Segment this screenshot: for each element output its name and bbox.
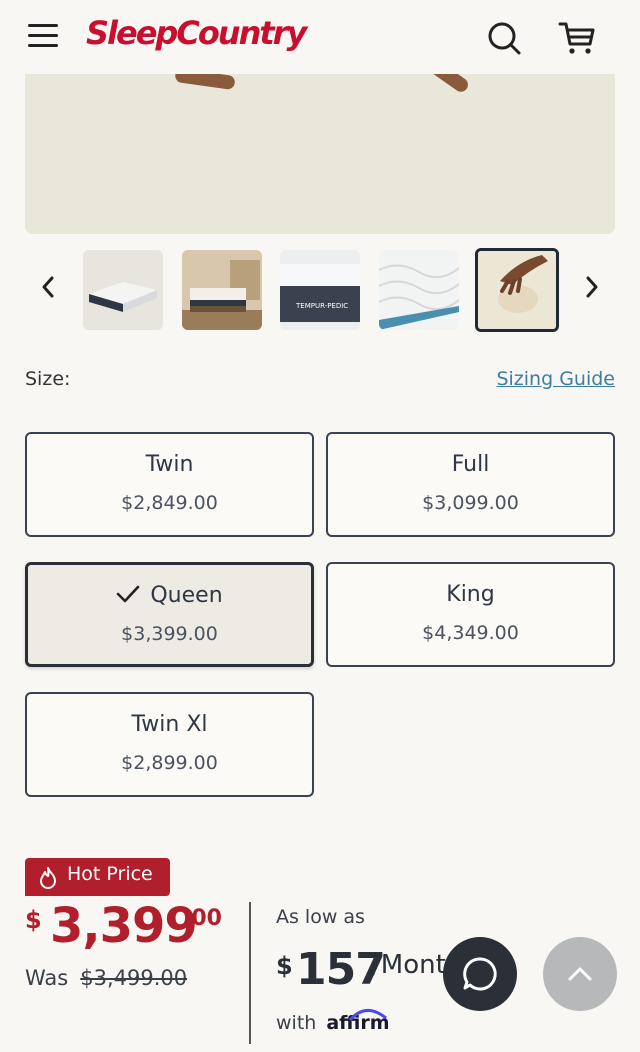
size-option-price: $4,349.00 [422,622,519,644]
size-option-king[interactable]: King $4,349.00 [326,562,615,667]
size-option-price: $2,849.00 [121,492,218,514]
price-currency: $ [25,906,42,934]
thumbnail-tempur-pedic-label[interactable]: TEMPUR-PEDIC [280,250,360,330]
menu-icon[interactable] [28,24,58,48]
chat-bubble-icon [463,957,497,991]
affirm-arc-icon [349,1009,388,1022]
size-option-name-row: Queen [28,583,311,608]
hot-price-label: Hot Price [67,863,153,885]
sale-price: 3,399 [50,898,198,954]
sizing-guide-link[interactable]: Sizing Guide [496,368,615,390]
size-option-full[interactable]: Full $3,099.00 [326,432,615,537]
size-label: Size: [25,368,71,390]
hot-price-badge: Hot Price [25,858,170,896]
chevron-right-icon[interactable] [576,272,606,302]
thumbnail-hand-pressing-mattress[interactable] [475,248,559,332]
size-option-name: Queen [150,583,223,608]
size-option-price: $3,099.00 [422,492,519,514]
was-price-row: Was $3,499.00 [25,966,187,990]
affirm-row: with affirm [276,1009,390,1034]
financing-label: As low as [276,906,365,928]
price-divider [249,902,251,1044]
monthly-currency: $ [276,952,293,980]
sale-price-cents: .00 [183,906,222,931]
was-price: $3,499.00 [80,966,188,990]
checkmark-icon [117,585,140,603]
size-option-queen[interactable]: Queen $3,399.00 [25,562,314,667]
scroll-to-top-button[interactable] [543,937,617,1011]
size-option-price: $3,399.00 [121,623,218,645]
size-option-twin[interactable]: Twin $2,849.00 [25,432,314,537]
thumbnail-mattress-angle[interactable] [83,250,163,330]
size-option-twin-xl[interactable]: Twin Xl $2,899.00 [25,692,314,797]
size-option-name: King [446,582,495,607]
flame-icon [40,867,56,889]
size-option-price: $2,899.00 [121,752,218,774]
site-logo[interactable]: SleepCountry [86,14,307,52]
with-label: with [276,1012,317,1034]
monthly-suffix: /Mont [372,950,446,980]
size-option-name: Twin Xl [131,712,208,737]
thumbnail-mattress-in-bedroom[interactable] [182,250,262,330]
size-option-name: Full [451,452,490,477]
chat-button[interactable] [443,937,517,1011]
cart-icon[interactable] [558,20,596,56]
was-label: Was [25,966,69,990]
chevron-up-icon [568,967,592,981]
svg-text:TEMPUR-PEDIC: TEMPUR-PEDIC [295,302,348,310]
chevron-left-icon[interactable] [34,272,64,302]
size-option-name: Twin [145,452,194,477]
site-header: SleepCountry [0,0,640,74]
affirm-logo[interactable]: affirm [326,1009,390,1034]
search-icon[interactable] [486,20,522,56]
thumbnail-mattress-surface-detail[interactable] [379,250,459,330]
thumbnail-carousel: TEMPUR-PEDIC [0,248,640,332]
product-hero-image [25,70,615,234]
